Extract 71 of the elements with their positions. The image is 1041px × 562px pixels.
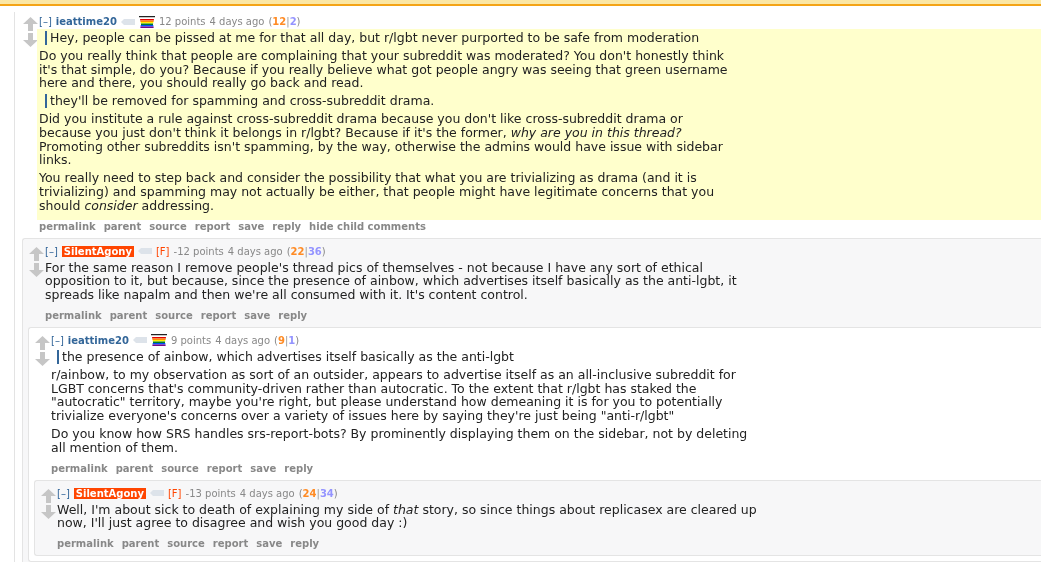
comment-action-link[interactable]: save — [244, 309, 271, 321]
comment-action-link[interactable]: permalink — [51, 462, 108, 474]
score: 9 points — [170, 334, 212, 346]
downvote-icon[interactable] — [23, 33, 38, 47]
comment-action-link[interactable]: report — [200, 309, 237, 321]
downvote-icon[interactable] — [29, 262, 44, 277]
author-link[interactable]: ieattime20 — [55, 16, 117, 27]
comment-action-link[interactable]: report — [212, 538, 249, 550]
score: -13 points — [185, 487, 236, 499]
author-link[interactable]: SilentAgony — [73, 487, 146, 499]
comment-action-link[interactable]: source — [161, 462, 199, 474]
comment-action-link[interactable]: parent — [109, 309, 148, 321]
comment-action-link[interactable]: source — [149, 220, 187, 232]
score: -12 points — [173, 245, 224, 257]
downvote-icon[interactable] — [41, 504, 56, 519]
upvote-icon[interactable] — [29, 246, 44, 261]
comment-action-link[interactable]: source — [167, 538, 205, 550]
upvote-icon[interactable] — [23, 17, 38, 31]
rainbow-flag-icon — [150, 334, 167, 347]
vote-breakdown: (12|2) — [268, 16, 301, 27]
quoted-text: Hey, people can be pissed at me for that all day, but r/lgbt never purported to be safe from moderation — [45, 31, 750, 45]
comment-action-link[interactable]: save — [256, 538, 283, 550]
downvote-icon[interactable] — [35, 351, 50, 366]
timestamp: 4 days ago — [215, 334, 271, 346]
comment-paragraph: Do you know how SRS handles srs-report-bots? By prominently displaying them on the sidebar, not by deleting all mention of them. — [51, 426, 749, 455]
comment-action-link[interactable]: parent — [115, 462, 154, 474]
collapse-link[interactable]: [–] — [51, 334, 64, 346]
comment-action-link[interactable]: permalink — [39, 220, 96, 232]
timestamp: 4 days ago — [227, 245, 283, 257]
tag-icon — [132, 337, 147, 344]
comment-action-link[interactable]: report — [194, 220, 231, 232]
comment-paragraph: Well, I'm about sick to death of explaining my side of that story, so since things about replicasex are cleared up now, I'll just agree to disagree and wish you good day :) — [57, 502, 757, 531]
comment-action-link[interactable]: save — [238, 220, 265, 232]
comment-action-link[interactable]: reply — [272, 220, 302, 232]
comment-action-link[interactable]: reply — [284, 462, 314, 474]
upvote-icon[interactable] — [41, 488, 56, 503]
comment-paragraph: For the same reason I remove people's thread pics of themselves - not because I have any sort of ethical opposition to it, but because, since the presence of ainbow, which advertises itself basically as the anti-lgbt, it spreads like napalm and then we're all consumed with it. It's content control. — [45, 260, 738, 302]
author-link[interactable]: ieattime20 — [67, 334, 129, 346]
user-flair: [F] — [167, 487, 182, 499]
comment-action-link[interactable]: reply — [290, 538, 320, 550]
user-flair: [F] — [155, 245, 170, 257]
collapse-link[interactable]: [–] — [39, 16, 52, 27]
comment-action-link[interactable]: parent — [121, 538, 160, 550]
upvote-icon[interactable] — [35, 335, 50, 350]
rainbow-flag-icon — [138, 15, 155, 28]
comment-paragraph: Did you institute a rule against cross-subreddit drama because you don't like cross-subreddit drama or because you just don't think it belongs in r/lgbt? Because if it's the former, why are you in this thread? Promoting other subreddits isn't spamming, by the way, otherwise the admins would have issue with sidebar links. — [39, 112, 724, 168]
vote-breakdown: (24|34) — [298, 487, 338, 499]
comment-action-link[interactable]: report — [206, 462, 243, 474]
vote-breakdown: (9|1) — [274, 334, 300, 346]
vote-breakdown: (22|36) — [286, 245, 326, 257]
comment-paragraph: r/ainbow, to my observation as sort of an outsider, appears to advertise itself as an all-inclusive subreddit for LGBT concerns that's community-driven rather than autocratic. To the extent that r/lgbt has staked the "autocratic" territory, maybe you're right, but please understand how demeaning it is for you to potentially trivialize everyone's concerns over a variety of issues here by saying they're just being "anti-r/lgbt" — [51, 367, 737, 423]
author-link[interactable]: SilentAgony — [61, 245, 134, 257]
comment-action-link[interactable]: permalink — [45, 309, 102, 321]
comment-action-link[interactable]: hide child comments — [309, 220, 426, 232]
collapse-link[interactable]: [–] — [45, 245, 58, 257]
timestamp: 4 days ago — [239, 487, 295, 499]
comment-action-link[interactable]: permalink — [57, 538, 114, 550]
score: 12 points — [158, 16, 206, 27]
collapse-link[interactable]: [–] — [57, 487, 70, 499]
tag-icon — [120, 18, 135, 25]
comment-action-link[interactable]: source — [155, 309, 193, 321]
quoted-text: the presence of ainbow, which advertises itself basically as the anti-lgbt — [57, 349, 762, 364]
comment-paragraph: You really need to step back and consider the possibility that what you are trivializing as drama (and it is trivializing) and spamming may not actually be either, that people might have legitimate concerns that you should consider addressing. — [39, 171, 716, 213]
tag-icon — [137, 248, 152, 255]
quoted-text: they'll be removed for spamming and cross-subreddit drama. — [45, 94, 750, 108]
comment-action-link[interactable]: parent — [103, 220, 142, 232]
tag-icon — [149, 490, 164, 497]
timestamp: 4 days ago — [209, 16, 265, 27]
comment-action-link[interactable]: reply — [278, 309, 308, 321]
comment-paragraph: Do you really think that people are complaining that your subreddit was moderated? You don't honestly think it's that simple, do you? Because if you really believe what got people angry was seeing that green username here and there, you should really go back and read. — [39, 48, 729, 91]
comment-action-link[interactable]: save — [250, 462, 277, 474]
